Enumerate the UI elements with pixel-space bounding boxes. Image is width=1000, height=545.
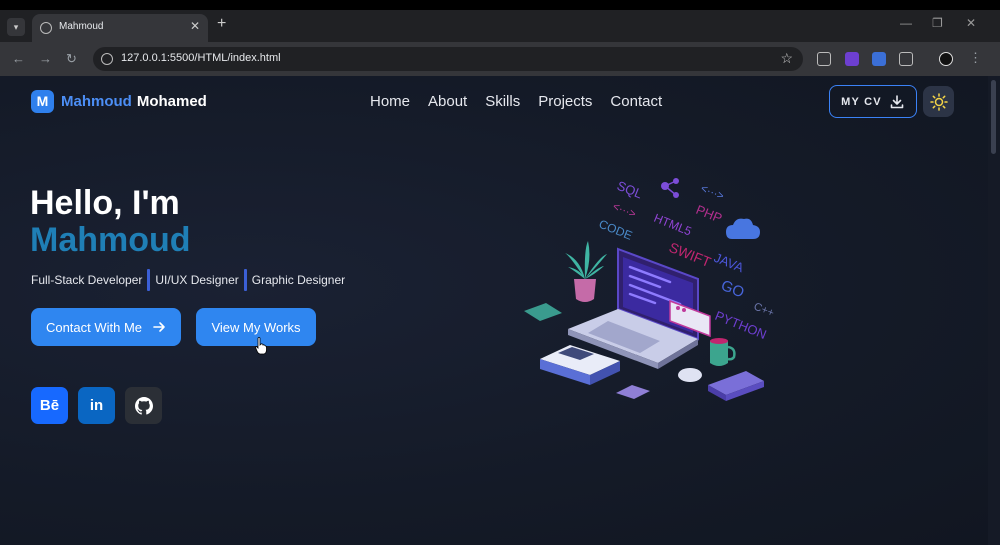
- nav-skills[interactable]: Skills: [485, 93, 520, 110]
- scrollbar-thumb[interactable]: [991, 80, 996, 154]
- cloud-icon: [726, 218, 760, 239]
- forward-icon[interactable]: →: [39, 51, 52, 66]
- contact-with-me-button[interactable]: Contact With Me: [31, 308, 181, 346]
- behance-link[interactable]: Bē: [31, 387, 68, 424]
- site-info-icon[interactable]: [101, 53, 113, 65]
- github-icon: [134, 396, 153, 415]
- github-link[interactable]: [125, 387, 162, 424]
- minimize-button[interactable]: —: [900, 16, 912, 30]
- role-divider: [147, 269, 151, 291]
- bookmark-star-icon[interactable]: ☆: [780, 50, 793, 67]
- globe-icon: [40, 22, 52, 34]
- art-label-code: CODE: [597, 217, 634, 243]
- contact-button-label: Contact With Me: [45, 319, 143, 335]
- logo-first-name: Mahmoud: [61, 93, 132, 110]
- nav-projects[interactable]: Projects: [538, 93, 592, 110]
- mug-icon: [710, 341, 728, 366]
- tab-search-icon[interactable]: ▾: [7, 18, 25, 36]
- new-tab-button[interactable]: +: [217, 15, 226, 33]
- download-cv-button[interactable]: MY CV: [829, 85, 917, 118]
- tab-close-icon[interactable]: ✕: [190, 19, 200, 33]
- url-input[interactable]: 127.0.0.1:5500/HTML/index.html ☆: [93, 47, 803, 71]
- arrow-right-icon: [153, 322, 165, 332]
- translate-extension-icon[interactable]: [872, 52, 886, 66]
- calculator-icon: [616, 385, 650, 399]
- maximize-button[interactable]: ❐: [932, 16, 943, 30]
- role-divider: [243, 269, 247, 291]
- role-item: Full-Stack Developer: [31, 273, 143, 287]
- mouse-icon: [678, 368, 702, 382]
- puzzle-icon[interactable]: [899, 52, 913, 66]
- portfolio-page: M Mahmoud Mohamed Home About Skills Proj…: [0, 76, 988, 545]
- nav-contact[interactable]: Contact: [610, 93, 662, 110]
- linkedin-icon: in: [89, 397, 104, 414]
- sun-icon: [929, 92, 948, 111]
- logo-badge: M: [31, 90, 54, 113]
- role-item: UI/UX Designer: [155, 273, 239, 287]
- screen-top-border: [0, 0, 1000, 10]
- nav-home[interactable]: Home: [370, 93, 410, 110]
- address-bar: ← → ↻ 127.0.0.1:5500/HTML/index.html ☆ ⋮: [0, 42, 1000, 76]
- hero-greeting: Hello, I'm: [30, 184, 180, 222]
- theme-toggle-button[interactable]: [923, 86, 954, 117]
- tab-title: Mahmoud: [59, 21, 104, 32]
- extension-icon[interactable]: [845, 52, 859, 66]
- hero-name: Mahmoud: [30, 221, 191, 259]
- page-scrollbar[interactable]: [988, 76, 1000, 545]
- site-logo[interactable]: M Mahmoud Mohamed: [31, 90, 207, 113]
- art-label-sql: SQL: [615, 178, 645, 202]
- plant-icon: [574, 279, 596, 302]
- hero-roles: Full-Stack Developer UI/UX Designer Grap…: [31, 269, 345, 291]
- works-button-label: View My Works: [211, 319, 301, 335]
- role-item: Graphic Designer: [251, 273, 346, 287]
- browser-tab-bar: ▾ Mahmoud ✕ + — ❐ ✕: [0, 10, 1000, 42]
- art-label-swift: SWIFT: [667, 239, 714, 270]
- close-window-button[interactable]: ✕: [966, 16, 976, 30]
- art-label-java: JAVA: [712, 250, 746, 275]
- art-label-html5: HTML5: [652, 211, 694, 239]
- art-label-go: GO: [719, 277, 747, 302]
- menu-kebab-icon[interactable]: ⋮: [969, 50, 982, 66]
- main-nav: Home About Skills Projects Contact: [370, 93, 662, 110]
- logo-last-name: Mohamed: [136, 93, 207, 110]
- reload-icon[interactable]: ↻: [66, 51, 77, 67]
- media-icon[interactable]: [817, 52, 831, 66]
- linkedin-link[interactable]: in: [78, 387, 115, 424]
- cv-label: MY CV: [841, 95, 882, 108]
- hand-cursor-icon: [255, 337, 267, 355]
- browser-tab[interactable]: Mahmoud ✕: [32, 14, 208, 42]
- phone-icon: [524, 303, 562, 321]
- art-label-cpp: C++: [752, 301, 776, 320]
- arrows-glyph: <···>: [699, 183, 726, 203]
- dots-glyph: <···>: [611, 201, 638, 221]
- back-icon[interactable]: ←: [12, 51, 25, 66]
- art-label-php: PHP: [694, 202, 724, 226]
- profile-avatar[interactable]: [939, 52, 953, 66]
- behance-icon: Bē: [39, 397, 60, 414]
- nav-about[interactable]: About: [428, 93, 467, 110]
- url-text: 127.0.0.1:5500/HTML/index.html: [121, 52, 281, 64]
- download-icon: [890, 94, 904, 108]
- coding-laptop-illustration: SQL <···> <···> PHP HTML5 CODE SWIFT JAV…: [524, 178, 776, 401]
